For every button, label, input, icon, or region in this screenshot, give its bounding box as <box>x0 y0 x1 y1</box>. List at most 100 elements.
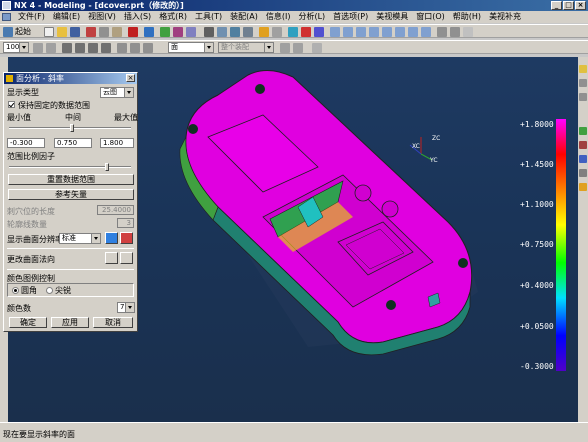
reset-range-button[interactable]: 重置数据范围 <box>8 174 134 185</box>
update-mesh-icon[interactable] <box>105 232 118 244</box>
delete-icon[interactable] <box>128 27 138 37</box>
dialog-title-bar: 面分析 - 斜率 × <box>4 73 137 84</box>
zoom-combo[interactable]: 100 <box>3 42 29 53</box>
menu-window[interactable]: 窗口(O) <box>412 11 449 23</box>
range-slider-thumb[interactable] <box>70 124 74 132</box>
edit-tool-icon[interactable] <box>579 141 587 149</box>
menu-tools[interactable]: 工具(T) <box>191 11 226 23</box>
wireframe-icon[interactable] <box>272 27 282 37</box>
color-count-select[interactable]: 7 <box>117 302 135 313</box>
start-icon[interactable] <box>3 27 13 37</box>
snap-center-icon[interactable] <box>101 43 111 53</box>
display-type-select[interactable]: 云图 <box>100 87 134 98</box>
menu-information[interactable]: 信息(I) <box>262 11 295 23</box>
min-value-field[interactable]: -0.300 <box>7 138 45 148</box>
snap-grid-icon[interactable] <box>117 43 127 53</box>
menu-mold-supplement[interactable]: 美视补充 <box>485 11 525 23</box>
contour-count-field[interactable]: 3 <box>117 218 134 228</box>
feature-icon[interactable] <box>186 27 196 37</box>
select-filter-icon[interactable] <box>33 43 43 53</box>
more-tools-icon[interactable] <box>463 27 473 37</box>
view-tool-icon[interactable] <box>579 65 587 73</box>
resolution-value: 标准 <box>62 234 76 242</box>
edge-display-icon[interactable] <box>120 232 133 244</box>
undo-icon[interactable] <box>144 27 154 37</box>
view-bottom-icon[interactable] <box>395 27 405 37</box>
filter-icon[interactable] <box>280 43 290 53</box>
pan-icon[interactable] <box>230 27 240 37</box>
new-file-icon[interactable] <box>44 27 54 37</box>
ok-button[interactable]: 确定 <box>9 317 47 328</box>
menu-preferences[interactable]: 首选项(P) <box>329 11 372 23</box>
layer-tool-icon[interactable] <box>579 93 587 101</box>
document-icon[interactable] <box>2 13 11 21</box>
assembly-scope-combo[interactable]: 整个装配 <box>218 42 274 53</box>
snap-mid-icon[interactable] <box>88 43 98 53</box>
keep-range-checkbox[interactable] <box>8 101 15 108</box>
snap-quadrant-icon[interactable] <box>143 43 153 53</box>
menu-file[interactable]: 文件(F) <box>14 11 49 23</box>
menu-analysis[interactable]: 分析(L) <box>294 11 329 23</box>
view-left-icon[interactable] <box>408 27 418 37</box>
menu-help[interactable]: 帮助(H) <box>449 11 485 23</box>
hide-icon[interactable] <box>437 27 447 37</box>
menu-view[interactable]: 视图(V) <box>84 11 120 23</box>
analysis-icon[interactable] <box>301 27 311 37</box>
reverse-normal-icon[interactable] <box>105 252 118 264</box>
view-iso-icon[interactable] <box>369 27 379 37</box>
shaded-icon[interactable] <box>259 27 269 37</box>
mid-value-field[interactable]: 0.750 <box>54 138 92 148</box>
menu-edit[interactable]: 编辑(E) <box>49 11 84 23</box>
scale-slider-thumb[interactable] <box>105 163 109 171</box>
save-icon[interactable] <box>70 27 80 37</box>
legend-sharp-radio[interactable] <box>46 287 53 294</box>
layer-icon[interactable] <box>288 27 298 37</box>
cut-icon[interactable] <box>86 27 96 37</box>
open-folder-icon[interactable] <box>57 27 67 37</box>
select-all-icon[interactable] <box>46 43 56 53</box>
feature-tool-icon[interactable] <box>579 127 587 135</box>
view-right-icon[interactable] <box>356 27 366 37</box>
selection-type-combo[interactable]: 面 <box>168 42 214 53</box>
specify-normal-icon[interactable] <box>120 252 133 264</box>
dialog-close-button[interactable]: × <box>126 74 135 82</box>
snap-point-icon[interactable] <box>62 43 72 53</box>
maximize-button[interactable]: □ <box>563 1 574 10</box>
start-label[interactable]: 起始 <box>15 26 31 38</box>
snap-intersect-icon[interactable] <box>130 43 140 53</box>
resolution-select[interactable]: 标准 <box>59 233 101 244</box>
show-icon[interactable] <box>450 27 460 37</box>
view-top-icon[interactable] <box>343 27 353 37</box>
close-button[interactable]: × <box>575 1 586 10</box>
right-toolbar <box>578 57 588 422</box>
fit-view-icon[interactable] <box>204 27 214 37</box>
rotate-icon[interactable] <box>243 27 253 37</box>
spike-length-field[interactable]: 25.4000 <box>97 205 134 215</box>
assembly-tool-icon[interactable] <box>579 169 587 177</box>
copy-icon[interactable] <box>99 27 109 37</box>
sync-tool-icon[interactable] <box>579 155 587 163</box>
surface-tool-icon[interactable] <box>579 183 587 191</box>
view-back-icon[interactable] <box>382 27 392 37</box>
legend-round-radio[interactable] <box>12 287 19 294</box>
sketch-icon[interactable] <box>160 27 170 37</box>
max-value-field[interactable]: 1.800 <box>100 138 134 148</box>
measure-icon[interactable] <box>314 27 324 37</box>
menu-insert[interactable]: 插入(S) <box>120 11 155 23</box>
menu-format[interactable]: 格式(R) <box>155 11 191 23</box>
grid-tool-icon[interactable] <box>579 79 587 87</box>
minimize-button[interactable]: _ <box>551 1 562 10</box>
paste-icon[interactable] <box>112 27 122 37</box>
view-trimetric-icon[interactable] <box>421 27 431 37</box>
snap-end-icon[interactable] <box>75 43 85 53</box>
view-front-icon[interactable] <box>330 27 340 37</box>
curve-icon[interactable] <box>173 27 183 37</box>
deselect-icon[interactable] <box>293 43 303 53</box>
zoom-icon[interactable] <box>217 27 227 37</box>
cancel-button[interactable]: 取消 <box>93 317 133 328</box>
menu-mold[interactable]: 美视模具 <box>372 11 412 23</box>
reference-vector-button[interactable]: 参考矢量 <box>8 189 134 200</box>
point-constructor-icon[interactable] <box>312 43 322 53</box>
apply-button[interactable]: 应用 <box>51 317 89 328</box>
menu-assembly[interactable]: 装配(A) <box>226 11 262 23</box>
